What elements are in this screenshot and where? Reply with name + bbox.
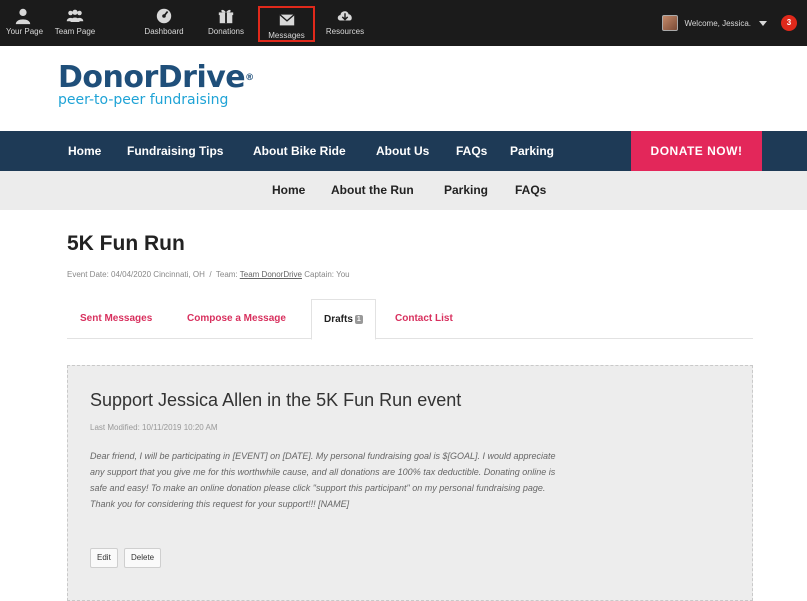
tab-sent-messages[interactable]: Sent Messages xyxy=(80,299,152,339)
sub-nav-about-the-run[interactable]: About the Run xyxy=(331,171,414,210)
sub-nav-home[interactable]: Home xyxy=(272,171,305,210)
delete-button[interactable]: Delete xyxy=(124,548,162,568)
main-nav: Home Fundraising Tips About Bike Ride Ab… xyxy=(0,131,807,171)
envelope-icon xyxy=(260,8,313,28)
tab-compose-message[interactable]: Compose a Message xyxy=(187,299,286,339)
drafts-count-badge: 1 xyxy=(354,315,363,324)
team-page-button[interactable]: Team Page xyxy=(50,4,100,42)
event-location: Cincinnati, OH xyxy=(153,270,205,279)
messages-button[interactable]: Messages xyxy=(258,6,315,42)
resources-button[interactable]: Resources xyxy=(322,4,368,42)
draft-title: Support Jessica Allen in the 5K Fun Run … xyxy=(90,390,462,410)
notification-badge[interactable]: 3 xyxy=(781,15,797,31)
draft-last-modified: Last Modified: 10/11/2019 10:20 AM xyxy=(90,423,218,432)
chevron-down-icon xyxy=(759,20,767,26)
meta-separator: / xyxy=(209,270,212,279)
welcome-text: Welcome, Jessica. xyxy=(684,18,751,28)
user-menu[interactable]: Welcome, Jessica. xyxy=(662,15,767,31)
event-meta: Event Date: 04/04/2020 Cincinnati, OH / … xyxy=(67,270,350,279)
logo-registered-mark: ® xyxy=(245,73,254,83)
main-nav-parking[interactable]: Parking xyxy=(510,131,554,171)
donate-now-button[interactable]: DONATE NOW! xyxy=(631,131,762,171)
logo-wordmark: DonorDrive xyxy=(58,60,246,95)
your-page-button[interactable]: Your Page xyxy=(6,4,44,42)
tab-drafts[interactable]: Drafts 1 xyxy=(311,299,376,340)
sub-nav-parking[interactable]: Parking xyxy=(444,171,488,210)
team-icon xyxy=(50,4,100,24)
gift-icon xyxy=(203,4,249,24)
donations-button[interactable]: Donations xyxy=(203,4,249,42)
message-tabs: Sent Messages Compose a Message Drafts 1 … xyxy=(67,299,753,340)
page-title: 5K Fun Run xyxy=(67,232,185,255)
top-admin-bar: Your Page Team Page Dashboard Donations … xyxy=(0,0,807,46)
main-nav-fundraising-tips[interactable]: Fundraising Tips xyxy=(127,131,223,171)
cloud-download-icon xyxy=(322,4,368,24)
main-nav-about-us[interactable]: About Us xyxy=(376,131,429,171)
edit-button[interactable]: Edit xyxy=(90,548,118,568)
event-sub-nav: Home About the Run Parking FAQs xyxy=(0,171,807,210)
event-date: Event Date: 04/04/2020 xyxy=(67,270,152,279)
captain-text: Captain: You xyxy=(304,270,350,279)
tab-contact-list[interactable]: Contact List xyxy=(395,299,453,339)
sub-nav-faqs[interactable]: FAQs xyxy=(515,171,546,210)
dashboard-icon xyxy=(140,4,188,24)
donations-label: Donations xyxy=(207,27,245,36)
team-page-label: Team Page xyxy=(54,27,96,36)
person-icon xyxy=(6,4,40,25)
draft-body: Dear friend, I will be participating in … xyxy=(90,451,556,509)
main-nav-faqs[interactable]: FAQs xyxy=(456,131,487,171)
draft-card: Support Jessica Allen in the 5K Fun Run … xyxy=(67,365,753,601)
tab-drafts-label: Drafts xyxy=(324,314,353,325)
your-page-label: Your Page xyxy=(6,27,44,36)
team-link[interactable]: Team DonorDrive xyxy=(240,270,302,279)
avatar xyxy=(662,15,679,31)
dashboard-button[interactable]: Dashboard xyxy=(140,4,188,42)
dashboard-label: Dashboard xyxy=(144,27,184,36)
donordrive-logo[interactable]: DonorDrive® peer-to-peer fundraising xyxy=(58,60,254,109)
main-nav-about-bike-ride[interactable]: About Bike Ride xyxy=(253,131,346,171)
main-nav-home[interactable]: Home xyxy=(68,131,101,171)
resources-label: Resources xyxy=(325,27,365,36)
team-label: Team: xyxy=(215,270,238,279)
messages-label: Messages xyxy=(268,31,305,40)
logo-tagline: peer-to-peer fundraising xyxy=(58,92,229,108)
